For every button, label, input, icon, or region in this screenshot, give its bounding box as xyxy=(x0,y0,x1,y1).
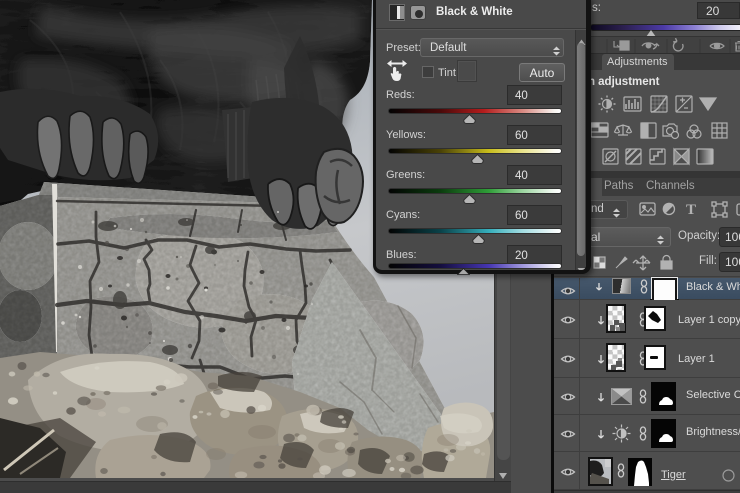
svg-text:T: T xyxy=(686,202,696,218)
